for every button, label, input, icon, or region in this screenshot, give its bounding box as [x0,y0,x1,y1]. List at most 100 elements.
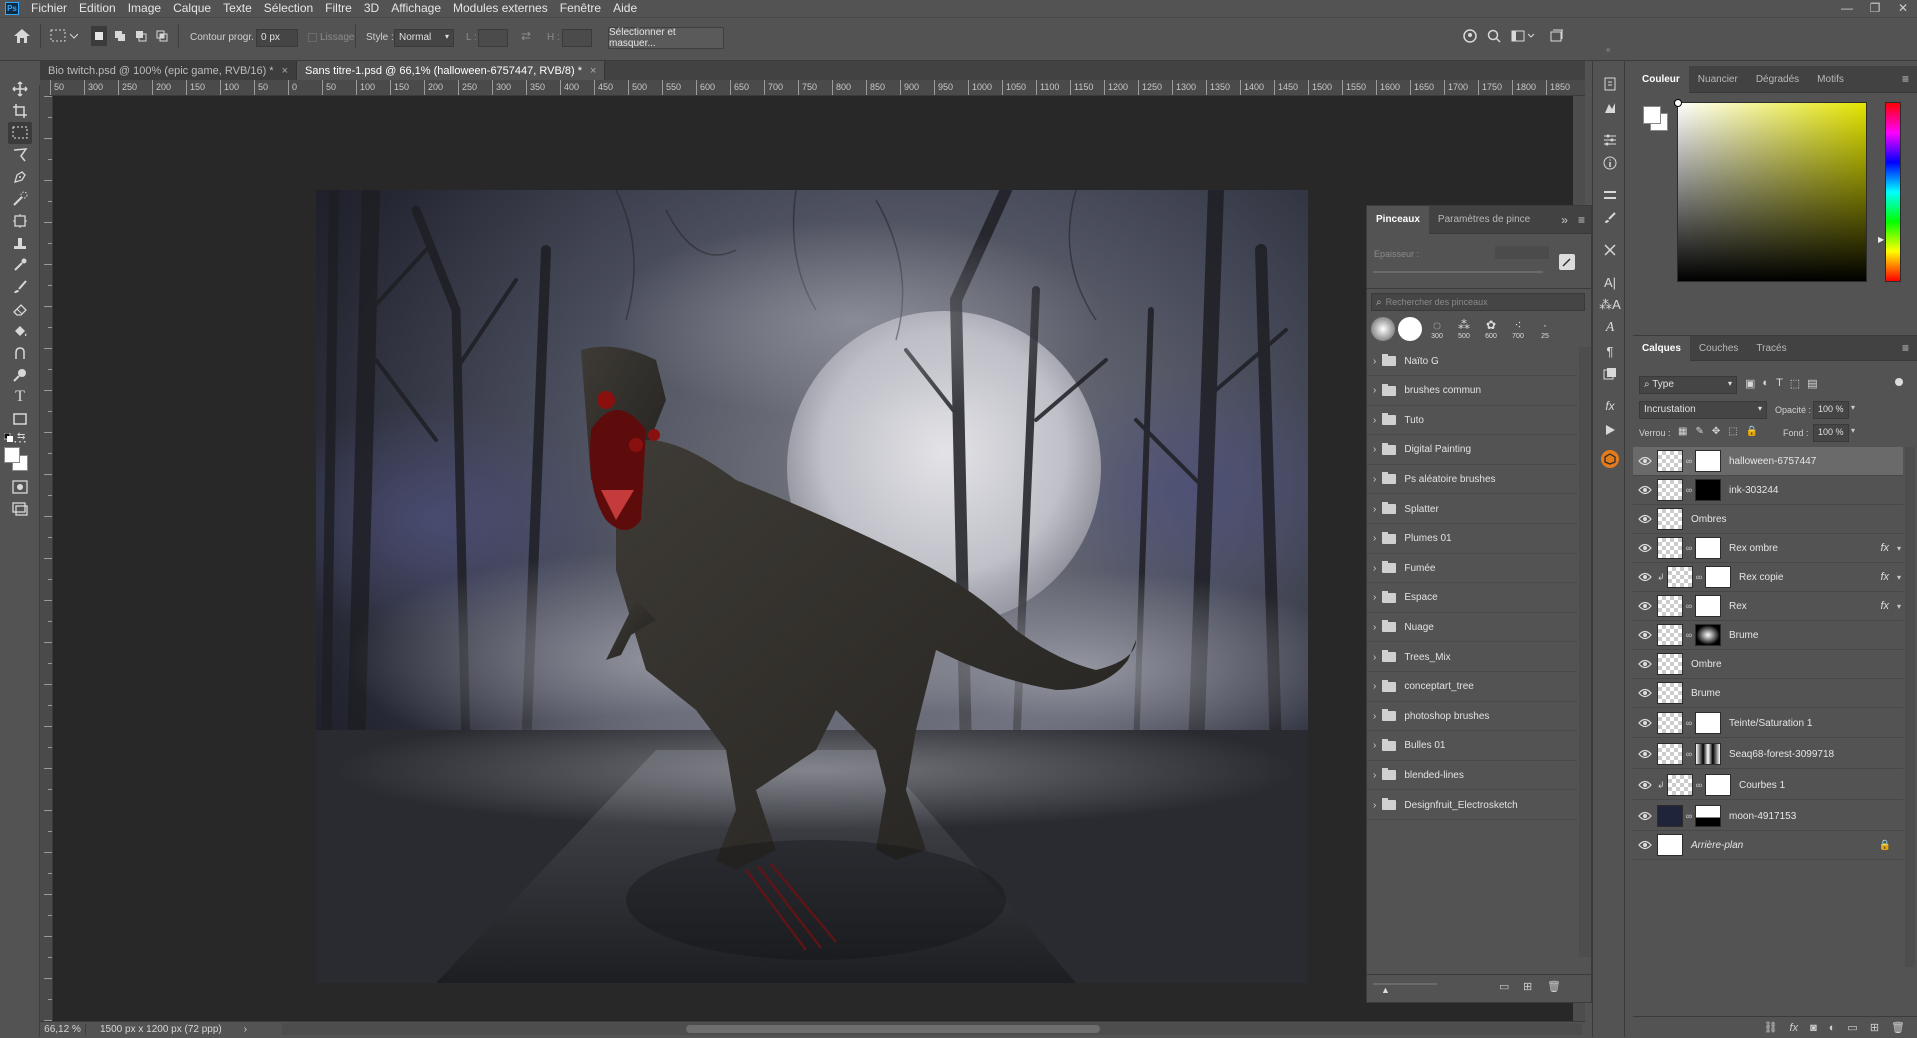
soft-round-brush-icon[interactable] [1371,317,1395,341]
subtract-selection-icon[interactable] [133,26,149,46]
layer-thumbnail[interactable] [1657,450,1683,472]
zoom-level[interactable]: 66,12 % [40,1024,86,1035]
layer-mask-thumbnail[interactable] [1695,805,1721,827]
brush-preset-25[interactable]: · 25 [1533,317,1557,345]
properties-icon[interactable] [1601,186,1619,204]
brush-folder[interactable]: › Tuto [1367,406,1577,436]
menu-item[interactable]: Filtre [319,0,358,17]
chevron-right-icon[interactable]: › [1373,711,1376,722]
frame-tool-icon[interactable] [8,210,32,232]
visibility-eye-icon[interactable] [1633,659,1657,669]
document-canvas[interactable] [316,190,1308,983]
mask-link-icon[interactable]: ∞ [1683,630,1695,640]
layer-thumbnail[interactable] [1657,834,1683,856]
add-selection-icon[interactable] [112,26,128,46]
hue-slider[interactable] [1885,102,1901,282]
new-layer-icon[interactable]: ⊞ [1870,1021,1879,1034]
new-group-icon[interactable]: ▭ [1847,1021,1857,1034]
smudge-tool-icon[interactable] [8,342,32,364]
lock-position-icon[interactable]: ✥ [1712,426,1720,437]
close-icon[interactable]: ✕ [1889,0,1917,17]
horizontal-scrollbar[interactable] [282,1023,1582,1035]
eraser-tool-icon[interactable] [8,298,32,320]
new-brush-preset-icon[interactable]: ⊞ [1523,980,1532,993]
lock-all-icon[interactable]: 🔒 [1746,426,1758,437]
expand-effects-icon[interactable]: ▾ [1897,544,1901,553]
layer-fx-icon[interactable]: fx [1880,571,1889,583]
expand-effects-icon[interactable]: ▾ [1897,573,1901,582]
brush-preset-700[interactable]: ⁖ 700 [1506,317,1530,345]
mask-link-icon[interactable]: ∞ [1683,749,1695,759]
brush-preset-300[interactable]: ◌ 300 [1425,317,1449,345]
chevron-right-icon[interactable]: › [1373,800,1376,811]
blend-mode-select[interactable]: Incrustation ▾ [1639,401,1767,419]
mask-link-icon[interactable]: ∞ [1683,485,1695,495]
chevron-right-icon[interactable]: › [1373,770,1376,781]
brush-folder[interactable]: › Plumes 01 [1367,525,1577,554]
tab-pinceaux[interactable]: Pinceaux [1367,205,1429,234]
chevron-right-icon[interactable]: › [1373,385,1376,396]
layer-row[interactable]: ∞ Teinte/Saturation 1 [1633,709,1903,738]
brush-settings-icon[interactable] [1601,209,1619,227]
color-picker-field[interactable] [1674,99,1867,282]
tab-calques[interactable]: Calques [1633,335,1690,361]
brush-list-scrollbar[interactable] [1579,347,1591,957]
menu-item[interactable]: Modules externes [447,0,554,17]
layer-mask-thumbnail[interactable] [1695,743,1721,765]
menu-item[interactable]: Image [122,0,167,17]
add-mask-icon[interactable]: ◙ [1810,1022,1817,1034]
layer-row[interactable]: ∞ halloween-6757447 [1633,447,1903,476]
tab-nuancier[interactable]: Nuancier [1689,65,1747,93]
chevron-right-icon[interactable]: › [1373,504,1376,515]
opacity-chevron-icon[interactable]: ▾ [1851,403,1855,412]
tab-couches[interactable]: Couches [1690,336,1747,361]
brush-preset-500[interactable]: ⁂ 500 [1452,317,1476,345]
tab-degrades[interactable]: Dégradés [1747,65,1808,93]
character-icon[interactable]: A| [1601,273,1619,291]
brush-folder[interactable]: › photoshop brushes [1367,702,1577,732]
fill-chevron-icon[interactable]: ▾ [1851,426,1855,435]
brush-folder[interactable]: › Naïto G [1367,347,1577,376]
search-icon[interactable] [1486,28,1502,44]
add-style-icon[interactable]: fx [1790,1022,1799,1034]
thickness-input[interactable] [1495,246,1549,259]
visibility-eye-icon[interactable] [1633,718,1657,728]
chevron-right-icon[interactable]: › [1373,474,1376,485]
height-input[interactable] [562,29,592,47]
layer-thumbnail[interactable] [1657,712,1683,734]
tab-bio-twitch[interactable]: Bio twitch.psd @ 100% (epic game, RVB/16… [40,61,298,80]
chevron-right-icon[interactable]: › [1373,356,1376,367]
foreground-color-swatch[interactable] [1643,106,1661,124]
fill-input[interactable]: 100 % [1813,424,1849,442]
chevron-right-icon[interactable]: › [1373,415,1376,426]
info-icon[interactable] [1601,154,1619,172]
expand-effects-icon[interactable]: ▾ [1897,602,1901,611]
workspace-icon[interactable] [1510,28,1536,44]
contour-input[interactable]: 0 px [256,29,298,47]
shape-filter-icon[interactable]: ⬚ [1790,377,1800,390]
plugin-icon[interactable] [1601,450,1619,468]
opacity-input[interactable]: 100 % [1813,401,1849,419]
path-select-tool-icon[interactable] [8,408,32,430]
layer-list-scrollbar[interactable] [1905,447,1915,967]
lasso-tool-icon[interactable] [8,144,32,166]
chevron-right-icon[interactable]: › [1373,622,1376,633]
delete-brush-icon[interactable]: 🗑 [1547,980,1561,993]
layer-row[interactable]: ∞ moon-4917153 [1633,802,1903,831]
share-icon[interactable] [1462,28,1478,44]
cloud-docs-icon[interactable] [1548,28,1564,44]
chevron-right-icon[interactable]: › [1373,563,1376,574]
new-folder-icon[interactable]: ▭ [1499,980,1509,993]
visibility-eye-icon[interactable] [1633,456,1657,466]
restore-icon[interactable]: ❐ [1861,0,1889,17]
hue-slider-handle-icon[interactable]: ▶ [1878,235,1884,244]
panel-menu-icon[interactable]: ≡ [1894,72,1917,86]
mask-link-icon[interactable]: ∞ [1693,780,1705,790]
layer-mask-thumbnail[interactable] [1695,624,1721,646]
visibility-eye-icon[interactable] [1633,749,1657,759]
layer-mask-thumbnail[interactable] [1695,712,1721,734]
menu-item[interactable]: Calque [167,0,217,17]
lock-transparency-icon[interactable]: ▦ [1678,426,1687,437]
menu-item[interactable]: Edition [73,0,122,17]
tab-traces[interactable]: Tracés [1747,336,1795,361]
